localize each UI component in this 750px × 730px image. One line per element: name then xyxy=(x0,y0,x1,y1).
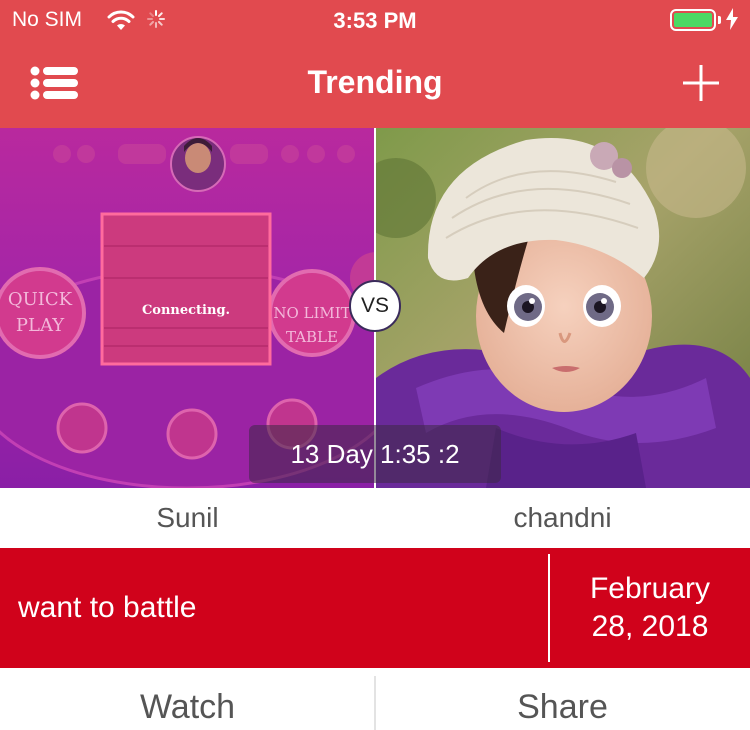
add-button[interactable] xyxy=(682,64,720,102)
no-limit-text-line-1: NO LIMIT xyxy=(273,304,350,322)
status-time: 3:53 PM xyxy=(333,8,417,33)
connecting-text: Connecting. xyxy=(142,303,230,318)
battery-icon xyxy=(670,9,716,31)
battle-countdown-timer: 13 Day 1:35 :2 xyxy=(249,425,501,483)
page-title: Trending xyxy=(307,64,443,100)
battle-info-strip: want to battle February 28, 2018 xyxy=(0,548,750,668)
battle-photos: QUICK PLAY NO LIMIT TABLE Connecting. VS… xyxy=(0,128,750,488)
left-competitor-name: Sunil xyxy=(156,502,219,533)
status-bar: No SIM 3:53 PM xyxy=(0,0,750,40)
competitor-names-row: Sunil chandni xyxy=(0,488,750,548)
actions-bar: Watch Share xyxy=(0,668,750,730)
quick-play-text-line-2: PLAY xyxy=(16,315,65,336)
versus-badge: VS xyxy=(349,280,401,332)
top-bar: No SIM 3:53 PM Trending xyxy=(0,0,750,128)
plus-icon xyxy=(683,65,719,101)
battery-nub xyxy=(718,16,721,24)
battle-message: want to battle xyxy=(18,591,197,624)
quick-play-text-line-1: QUICK xyxy=(8,289,73,310)
charging-bolt-icon xyxy=(726,8,738,35)
no-limit-text-line-2: TABLE xyxy=(286,328,338,346)
watch-button[interactable]: Watch xyxy=(0,668,375,730)
right-competitor-name: chandni xyxy=(513,502,612,533)
battle-date-day-year: 28, 2018 xyxy=(591,610,709,643)
battle-date-month: February xyxy=(589,572,711,605)
share-button[interactable]: Share xyxy=(375,668,750,730)
battle-date: February 28, 2018 xyxy=(550,548,750,668)
